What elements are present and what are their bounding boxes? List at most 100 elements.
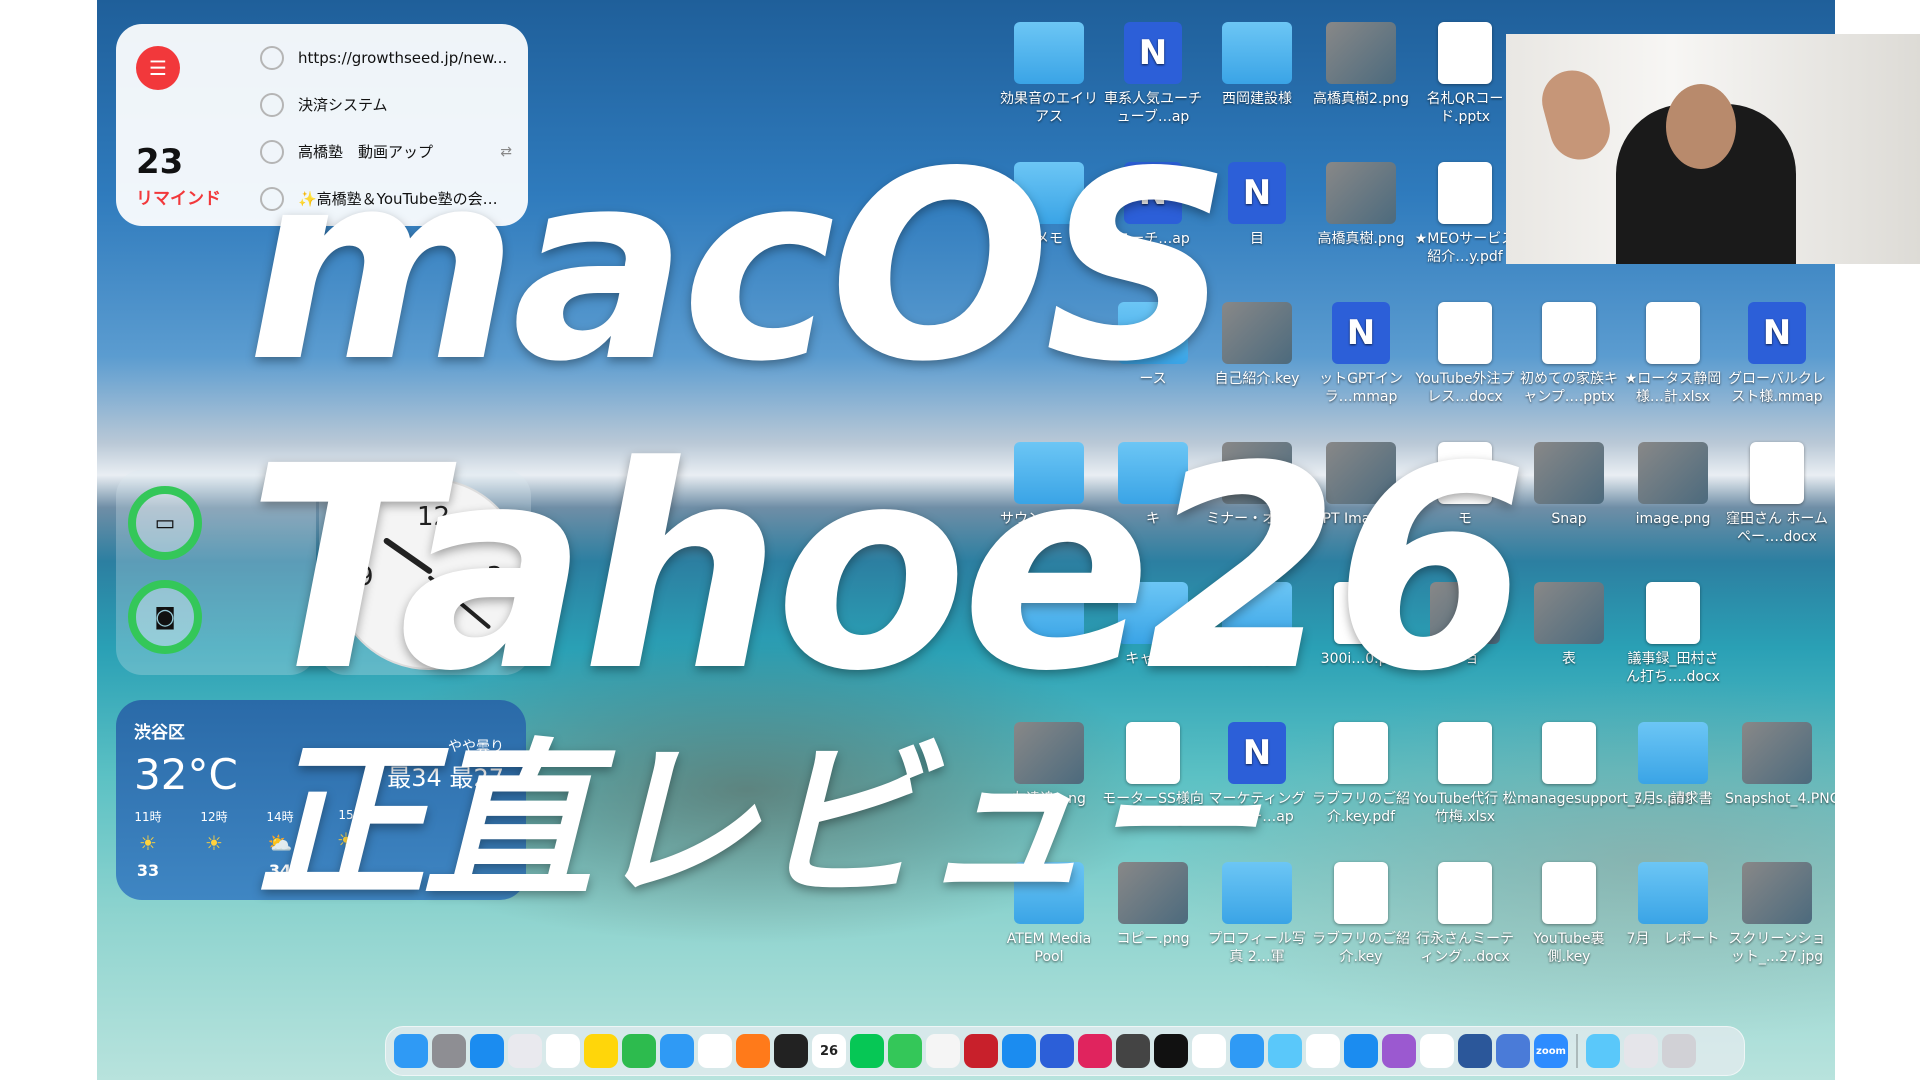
image-file-icon	[1742, 722, 1812, 784]
desktop-file[interactable]: 高橋真樹.png	[1309, 162, 1413, 248]
list-icon: ☰	[136, 46, 180, 90]
desktop-file[interactable]: Snap	[1517, 442, 1621, 528]
reminder-item[interactable]: https://growthseed.jp/new...	[260, 34, 512, 81]
desktop-file[interactable]: ラブフリのご紹介.key.pdf	[1309, 722, 1413, 826]
notes2-icon[interactable]	[1192, 1034, 1226, 1068]
folder-icon[interactable]	[1586, 1034, 1620, 1068]
file-name: image.png	[1635, 511, 1711, 527]
messages-icon[interactable]	[888, 1034, 922, 1068]
app-store-icon[interactable]	[470, 1034, 504, 1068]
line-icon[interactable]	[850, 1034, 884, 1068]
desktop-file[interactable]: managesupport_s...s.pdf	[1517, 722, 1690, 808]
document-icon	[1542, 302, 1596, 364]
file-name: 行永さんミーティング…docx	[1416, 931, 1514, 965]
time-icon[interactable]	[1306, 1034, 1340, 1068]
folder-icon	[1014, 22, 1084, 84]
folder-icon	[1638, 862, 1708, 924]
desktop-file[interactable]: 高橋真樹2.png	[1309, 22, 1413, 108]
desktop-file[interactable]: 西岡建設様	[1205, 22, 1309, 108]
desktop-file[interactable]: 行永さんミーティング…docx	[1413, 862, 1517, 966]
desktop-file[interactable]: image.png	[1621, 442, 1725, 528]
document-icon	[1438, 22, 1492, 84]
trash-icon[interactable]	[1662, 1034, 1696, 1068]
desktop-file[interactable]: YouTube裏側.key	[1517, 862, 1621, 966]
keynote-icon[interactable]	[1002, 1034, 1036, 1068]
image-file-icon	[1742, 862, 1812, 924]
downloads-icon[interactable]	[1624, 1034, 1658, 1068]
desktop-file[interactable]: ★ロータス静岡様…計.xlsx	[1621, 302, 1725, 406]
desktop-file[interactable]: YouTube代行 松竹梅.xlsx	[1413, 722, 1517, 826]
reminder-label: リマインド	[136, 189, 221, 209]
desktop-file[interactable]: N グローバルクレスト様.mmap	[1725, 302, 1829, 406]
image-file-icon	[1326, 162, 1396, 224]
evernote-icon[interactable]	[622, 1034, 656, 1068]
desktop-file[interactable]: ★MEOサービス紹介…y.pdf	[1413, 162, 1517, 266]
file-name: YouTube外注プレス…docx	[1415, 371, 1515, 405]
record-icon[interactable]	[964, 1034, 998, 1068]
weather-temperature: 32°C	[134, 750, 238, 799]
podcast-icon[interactable]	[1382, 1034, 1416, 1068]
document-icon	[1438, 862, 1492, 924]
title-line2: Tahoe26	[247, 407, 1529, 733]
chatgpt-icon[interactable]	[1420, 1034, 1454, 1068]
notes-icon[interactable]	[584, 1034, 618, 1068]
document-icon	[1542, 862, 1596, 924]
desktop-file[interactable]: 名札QRコード.pptx	[1413, 22, 1517, 126]
document-icon	[1334, 862, 1388, 924]
desktop-file[interactable]: 7月 レポート	[1621, 862, 1725, 948]
document-icon	[1438, 162, 1492, 224]
file-name: ATEM Media Pool	[1006, 931, 1092, 965]
desktop-file[interactable]: 議事録_田村さん打ち….docx	[1621, 582, 1725, 686]
dock: 26 zoom	[385, 1026, 1745, 1076]
dock-separator	[1576, 1034, 1578, 1068]
photos-icon[interactable]	[926, 1034, 960, 1068]
desktop-file[interactable]: YouTube外注プレス…docx	[1413, 302, 1517, 406]
desktop-file[interactable]: スクリーンショット_...27.jpg	[1725, 862, 1829, 966]
file-name: 西岡建設様	[1222, 91, 1292, 107]
desktop-file[interactable]: 窪田さん ホームペー….docx	[1725, 442, 1829, 546]
launchpad-icon[interactable]	[508, 1034, 542, 1068]
file-name: グローバルクレスト様.mmap	[1728, 371, 1826, 405]
finder-icon[interactable]	[394, 1034, 428, 1068]
word-icon[interactable]	[1458, 1034, 1492, 1068]
preview-icon[interactable]	[1268, 1034, 1302, 1068]
file-name: YouTube裏側.key	[1533, 931, 1605, 965]
file-name: ★MEOサービス紹介…y.pdf	[1414, 231, 1516, 265]
quicktime-icon[interactable]	[1344, 1034, 1378, 1068]
safari-icon[interactable]	[660, 1034, 694, 1068]
settings-icon[interactable]	[432, 1034, 466, 1068]
compass-icon[interactable]	[1116, 1034, 1150, 1068]
mindmap-icon[interactable]	[1040, 1034, 1074, 1068]
desktop-file[interactable]: ラブフリのご紹介.key	[1309, 862, 1413, 966]
checkbox-icon[interactable]	[260, 92, 284, 117]
chrome-icon[interactable]	[698, 1034, 732, 1068]
firefox-icon[interactable]	[736, 1034, 770, 1068]
desktop-file[interactable]: N 車系人気ユーチューブ…ap	[1101, 22, 1205, 126]
checkbox-icon[interactable]	[260, 45, 284, 70]
reminders-icon[interactable]	[546, 1034, 580, 1068]
desktop-file[interactable]: 初めての家族キャンプ….pptx	[1517, 302, 1621, 406]
other-icon[interactable]	[1078, 1034, 1112, 1068]
file-name: スクリーンショット_...27.jpg	[1728, 931, 1826, 965]
presenter-head	[1666, 84, 1736, 169]
desktop-file[interactable]: N ットGPTインラ…mmap	[1309, 302, 1413, 406]
desktop-file[interactable]: 表	[1517, 582, 1621, 668]
image-file-icon	[1638, 442, 1708, 504]
desktop-file[interactable]: 効果音のエイリアス	[997, 22, 1101, 126]
desktop-file[interactable]: Snapshot_4.PNG	[1725, 722, 1835, 808]
mail-icon[interactable]	[1230, 1034, 1264, 1068]
migration-icon[interactable]	[1496, 1034, 1530, 1068]
final-cut-icon[interactable]	[774, 1034, 808, 1068]
clock-icon[interactable]	[1154, 1034, 1188, 1068]
calendar-icon[interactable]: 26	[812, 1034, 846, 1068]
document-icon	[1542, 722, 1596, 784]
mindmap-file-icon: N	[1228, 162, 1286, 224]
file-name: 窪田さん ホームペー….docx	[1725, 511, 1829, 545]
zoom-icon[interactable]: zoom	[1534, 1034, 1568, 1068]
mindmap-file-icon: N	[1124, 22, 1182, 84]
laptop-battery-icon: ▭	[128, 486, 202, 560]
desktop-file[interactable]: 7月 請求書	[1621, 722, 1725, 808]
folder-icon	[1222, 22, 1292, 84]
document-icon	[1750, 442, 1804, 504]
hour-forecast: 12時 ☀	[196, 808, 232, 880]
